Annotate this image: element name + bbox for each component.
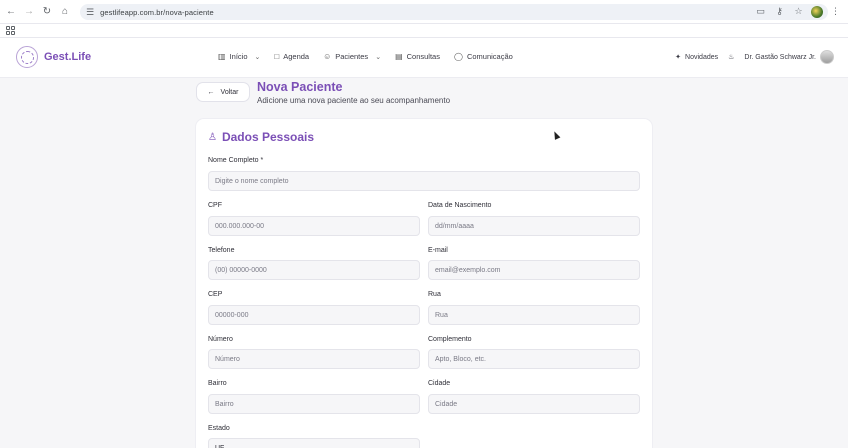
install-icon[interactable]: ▭	[754, 5, 767, 18]
chart-icon: ▥	[218, 52, 226, 61]
chevron-down-icon: ⌄	[375, 53, 382, 61]
avatar	[820, 50, 834, 64]
logo[interactable]: Gest.Life	[16, 46, 91, 68]
site-info-icon[interactable]: ☰	[86, 7, 94, 18]
cep-input[interactable]: 00000-000	[208, 305, 420, 325]
novidades-link[interactable]: ✦ Novidades	[675, 53, 719, 62]
kebab-menu-icon[interactable]: ⋮	[829, 5, 842, 18]
nav-consultas-label: Consultas	[406, 52, 440, 61]
reload-icon[interactable]: ↻	[40, 5, 54, 19]
section-title: Dados Pessoais	[221, 130, 315, 144]
nav-comunicacao[interactable]: ◯ Comunicação	[454, 52, 513, 61]
estado-select[interactable]: UF	[208, 438, 420, 448]
forward-arrow-icon[interactable]: →	[22, 5, 36, 19]
address-bar[interactable]: ☰ gestlifeapp.com.br/nova-paciente	[80, 4, 828, 20]
main-nav: ▥ Início ⌄ □ Agenda ☺ Pacientes ⌄ ▤ Cons…	[218, 52, 513, 61]
clipboard-icon: ▤	[395, 52, 403, 61]
rua-input[interactable]: Rua	[428, 305, 640, 325]
nome-input[interactable]: Digite o nome completo	[208, 171, 640, 191]
nav-agenda-label: Agenda	[283, 52, 310, 61]
cep-label: CEP	[208, 291, 223, 298]
apps-grid-icon[interactable]	[6, 26, 15, 35]
user-name: Dr. Gastão Schwarz Jr.	[744, 53, 816, 61]
nav-consultas[interactable]: ▤ Consultas	[395, 52, 440, 61]
nome-label: Nome Completo *	[208, 157, 264, 164]
logo-mark-icon	[16, 46, 38, 68]
bell-icon: ♨	[728, 54, 735, 61]
chevron-down-icon: ⌄	[254, 53, 261, 61]
estado-label: Estado	[208, 425, 230, 432]
app-header: Gest.Life ▥ Início ⌄ □ Agenda ☺ Paciente…	[0, 38, 848, 78]
sparkle-icon: ✦	[675, 54, 682, 61]
numero-input[interactable]: Número	[208, 349, 420, 369]
chat-icon: ◯	[453, 52, 463, 61]
star-icon[interactable]: ☆	[792, 5, 805, 18]
logo-text: Gest.Life	[44, 51, 92, 63]
key-icon[interactable]: ⚷	[773, 5, 786, 18]
nav-pacientes-label: Pacientes	[335, 52, 369, 61]
telefone-label: Telefone	[208, 247, 235, 254]
profile-avatar[interactable]	[811, 5, 823, 18]
numero-label: Número	[208, 336, 233, 343]
telefone-input[interactable]: (00) 00000-0000	[208, 260, 420, 280]
nav-inicio[interactable]: ▥ Início ⌄	[218, 52, 260, 61]
nascimento-label: Data de Nascimento	[428, 202, 492, 209]
complemento-input[interactable]: Apto, Bloco, etc.	[428, 349, 640, 369]
user-icon: ♙	[208, 131, 217, 143]
notifications-button[interactable]: ♨	[728, 53, 734, 61]
back-arrow-icon[interactable]: ←	[4, 5, 18, 19]
page-title: Nova Paciente	[257, 80, 343, 94]
bairro-input[interactable]: Bairro	[208, 394, 420, 414]
nav-inicio-label: Início	[229, 52, 248, 61]
calendar-icon: □	[274, 52, 280, 61]
back-button[interactable]: ← Voltar	[196, 82, 250, 102]
cidade-input[interactable]: Cidade	[428, 394, 640, 414]
novidades-label: Novidades	[685, 53, 719, 61]
nascimento-input[interactable]: dd/mm/aaaa	[428, 216, 640, 236]
page-subtitle: Adicione uma nova paciente ao seu acompa…	[257, 96, 451, 105]
back-button-label: Voltar	[220, 88, 239, 96]
address-bar-url: gestlifeapp.com.br/nova-paciente	[100, 7, 214, 17]
arrow-left-icon: ←	[207, 88, 215, 96]
browser-toolbar: ← → ↻ ⌂ ☰ gestlifeapp.com.br/nova-pacien…	[0, 0, 848, 24]
email-label: E-mail	[428, 247, 448, 254]
home-icon[interactable]: ⌂	[58, 5, 72, 19]
cidade-label: Cidade	[428, 380, 451, 387]
cpf-label: CPF	[208, 202, 222, 209]
personal-data-card: ♙ Dados Pessoais Nome Completo * Digite …	[196, 119, 652, 448]
bairro-label: Bairro	[208, 380, 227, 387]
user-menu[interactable]: Dr. Gastão Schwarz Jr.	[744, 50, 834, 64]
nav-comunicacao-label: Comunicação	[466, 52, 513, 61]
rua-label: Rua	[428, 291, 441, 298]
bookmarks-bar	[0, 24, 848, 38]
complemento-label: Complemento	[428, 336, 472, 343]
nav-agenda[interactable]: □ Agenda	[274, 52, 309, 61]
users-icon: ☺	[323, 52, 332, 61]
email-input[interactable]: email@exemplo.com	[428, 260, 640, 280]
cpf-input[interactable]: 000.000.000-00	[208, 216, 420, 236]
nav-pacientes[interactable]: ☺ Pacientes ⌄	[323, 52, 381, 61]
